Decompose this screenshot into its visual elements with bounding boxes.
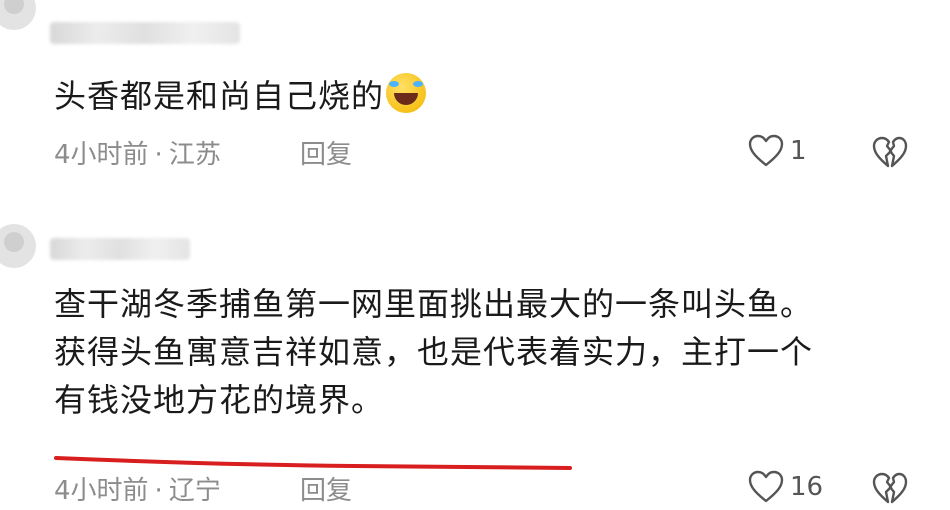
timestamp: 4小时前 (54, 476, 149, 506)
heart-outline-icon (748, 470, 784, 503)
red-highlight-underline (54, 456, 572, 470)
username-redacted[interactable] (50, 238, 190, 260)
comment-line: 获得头鱼寓意吉祥如意，也是代表着实力，主打一个 (54, 333, 814, 371)
reply-button[interactable]: 回复 (300, 470, 352, 507)
comment-text: 查干湖冬季捕鱼第一网里面挑出最大的一条叫头鱼。 获得头鱼寓意吉祥如意，也是代表着… (54, 280, 930, 424)
separator: · (154, 476, 163, 506)
like-button[interactable]: 16 (748, 470, 823, 504)
comment-meta: 4小时前 · 辽宁 回复 (54, 470, 352, 507)
location: 辽宁 (168, 476, 221, 506)
comment-line: 查干湖冬季捕鱼第一网里面挑出最大的一条叫头鱼。 (54, 285, 814, 323)
dislike-button[interactable] (872, 472, 908, 510)
comment-line: 有钱没地方花的境界。 (54, 381, 385, 419)
avatar[interactable] (0, 224, 36, 268)
like-count: 16 (790, 472, 824, 502)
comment-item-2: 查干湖冬季捕鱼第一网里面挑出最大的一条叫头鱼。 获得头鱼寓意吉祥如意，也是代表着… (0, 0, 950, 506)
